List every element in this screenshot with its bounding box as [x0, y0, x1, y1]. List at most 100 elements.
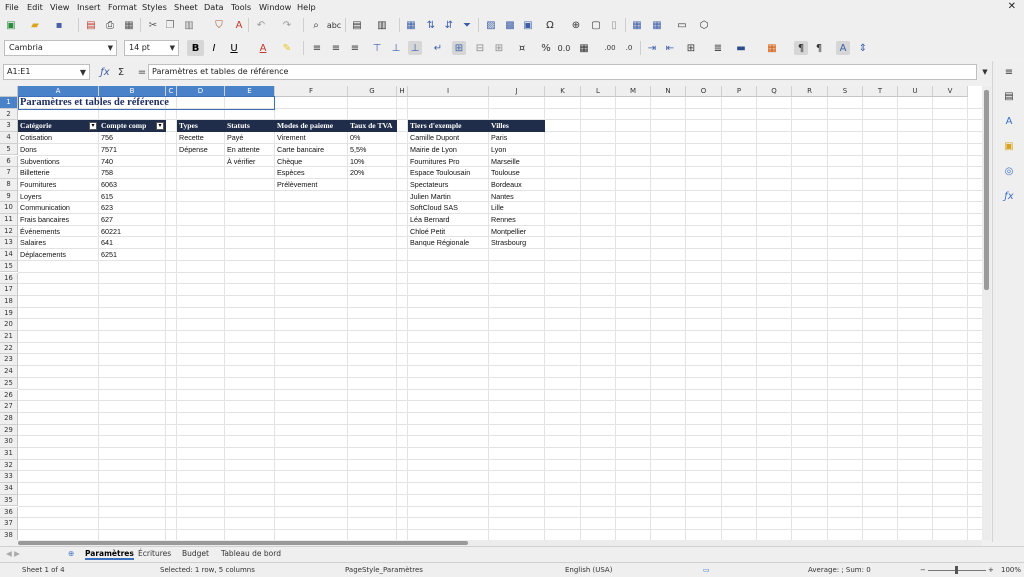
cell-category[interactable]: Billetterie [18, 167, 99, 179]
row-header-20[interactable]: 20 [0, 319, 18, 331]
row-header-21[interactable]: 21 [0, 331, 18, 343]
row-header-26[interactable]: 26 [0, 389, 18, 402]
column-header-t[interactable]: T [863, 86, 898, 97]
row-header-18[interactable]: 18 [0, 295, 18, 308]
tab-budget[interactable]: Budget [182, 549, 209, 558]
new-document-icon[interactable]: ▣ [4, 18, 18, 32]
vertical-text-icon[interactable]: ⇕ [856, 41, 870, 55]
row-icon[interactable]: ▤ [350, 18, 364, 32]
cell-category[interactable]: Événements [18, 226, 99, 238]
cell-statut[interactable]: En attente [225, 144, 275, 156]
menu-format[interactable]: Format [108, 2, 137, 12]
cell-account[interactable]: 7571 [99, 144, 166, 156]
increase-indent-icon[interactable]: ⇥ [645, 41, 659, 55]
cell-ville[interactable]: Paris [489, 132, 545, 144]
cell-account[interactable]: 756 [99, 132, 166, 144]
row-header-22[interactable]: 22 [0, 342, 18, 355]
cell-ville[interactable]: Strasbourg [489, 237, 545, 249]
close-document-icon[interactable]: ✕ [1008, 1, 1016, 12]
cell-tiers[interactable]: Mairie de Lyon [408, 144, 489, 156]
row-header-34[interactable]: 34 [0, 483, 18, 495]
cell-account[interactable]: 740 [99, 156, 166, 168]
functions-icon[interactable]: ƒx [1002, 189, 1016, 203]
insert-chart-icon[interactable]: ▩ [503, 18, 517, 32]
cell-mode[interactable]: Virement [275, 132, 348, 144]
cell-tiers[interactable]: Camille Dupont [408, 132, 489, 144]
scroll-thumb[interactable] [984, 90, 989, 290]
font-size-combo[interactable]: 14 pt ▼ [124, 40, 179, 56]
row-header-32[interactable]: 32 [0, 459, 18, 472]
column-header-j[interactable]: J [489, 86, 545, 97]
cell-account[interactable]: 627 [99, 214, 166, 226]
row-header-29[interactable]: 29 [0, 424, 18, 437]
merge-cells-icon[interactable]: ⊞ [492, 41, 506, 55]
conditional-format-icon[interactable]: ▦ [765, 41, 779, 55]
tab-parametres[interactable]: Paramètres [85, 549, 134, 560]
cell-account[interactable]: 60221 [99, 226, 166, 238]
border-style-icon[interactable]: ≣ [711, 41, 725, 55]
cell-category[interactable]: Déplacements [18, 249, 99, 261]
undo-icon[interactable]: ↶ [254, 18, 268, 32]
cell-type[interactable]: Recette [177, 132, 225, 144]
left-to-right-icon[interactable]: ¶ [794, 41, 808, 55]
row-header-23[interactable]: 23 [0, 354, 18, 367]
cell-category[interactable]: Fournitures [18, 179, 99, 191]
unmerge-icon[interactable]: ⊟ [473, 41, 487, 55]
autofilter-icon[interactable]: ⏷ [460, 18, 474, 32]
align-left-icon[interactable]: ≡ [310, 41, 324, 55]
menu-help[interactable]: Help [297, 2, 316, 12]
column-header-villes[interactable]: Villes [489, 120, 545, 133]
column-header-r[interactable]: R [792, 86, 828, 97]
right-to-left-icon[interactable]: ¶ [812, 41, 826, 55]
cell-account[interactable]: 641 [99, 237, 166, 249]
cell-ville[interactable]: Bordeaux [489, 179, 545, 191]
scroll-thumb[interactable] [18, 541, 468, 545]
text-direction-icon[interactable]: A [836, 41, 850, 55]
column-header-i[interactable]: I [408, 86, 489, 97]
cell-category[interactable]: Loyers [18, 191, 99, 203]
delete-decimal-icon[interactable]: .0 [622, 41, 636, 55]
vertical-scrollbar[interactable] [982, 86, 991, 540]
cell-tiers[interactable]: Léa Bernard [408, 214, 489, 226]
cell-tva[interactable]: 20% [348, 167, 397, 179]
paste-icon[interactable]: ▥ [182, 18, 196, 32]
cell-tva[interactable]: 5,5% [348, 144, 397, 156]
menu-sheet[interactable]: Sheet [174, 2, 198, 12]
page-style[interactable]: PageStyle_Paramètres [345, 566, 423, 574]
cell-account[interactable]: 623 [99, 202, 166, 214]
copy-icon[interactable]: ❐ [163, 18, 177, 32]
autofilter-dropdown-icon[interactable]: ▾ [89, 122, 97, 131]
menu-view[interactable]: View [50, 2, 69, 12]
cell-type[interactable]: Dépense [177, 144, 225, 156]
row-header-27[interactable]: 27 [0, 401, 18, 413]
column-header-s[interactable]: S [828, 86, 863, 97]
row-header-35[interactable]: 35 [0, 494, 18, 507]
column-header-q[interactable]: Q [757, 86, 792, 97]
tab-ecritures[interactable]: Écritures [138, 549, 171, 558]
row-header-25[interactable]: 25 [0, 377, 18, 390]
cut-icon[interactable]: ✂ [146, 18, 160, 32]
highlight-color-icon[interactable]: ✎ [280, 41, 294, 55]
row-header-38[interactable]: 38 [0, 529, 18, 540]
print-preview-icon[interactable]: ▦ [122, 18, 136, 32]
cell-ville[interactable]: Montpellier [489, 226, 545, 238]
pivot-table-icon[interactable]: ▣ [521, 18, 535, 32]
row-header-15[interactable]: 15 [0, 260, 18, 273]
save-icon[interactable]: ▪ [52, 18, 66, 32]
row-header-30[interactable]: 30 [0, 436, 18, 448]
cell-mode[interactable]: Carte bancaire [275, 144, 348, 156]
cell-ville[interactable]: Lyon [489, 144, 545, 156]
cell-tva[interactable]: 0% [348, 132, 397, 144]
zoom-slider-handle[interactable] [955, 566, 958, 574]
spreadsheet-grid[interactable]: A B C D E F G H I J K L M N O P Q R S T U V 1 2 3 4 5 6 7 8 9 10 11 12 13 1… [0, 86, 982, 540]
cell-category[interactable]: Communication [18, 202, 99, 214]
column-icon[interactable]: ▥ [375, 18, 389, 32]
define-print-area-icon[interactable]: ▦ [630, 18, 644, 32]
menu-data[interactable]: Data [204, 2, 224, 12]
zoom-out-icon[interactable]: − [920, 566, 926, 574]
font-name-combo[interactable]: Cambria ▼ [4, 40, 117, 56]
cell-tiers[interactable]: Espace Toulousain [408, 167, 489, 179]
cell-mode[interactable]: Espèces [275, 167, 348, 179]
styles-icon[interactable]: A [1002, 114, 1016, 128]
cell-tiers[interactable]: SoftCloud SAS [408, 202, 489, 214]
